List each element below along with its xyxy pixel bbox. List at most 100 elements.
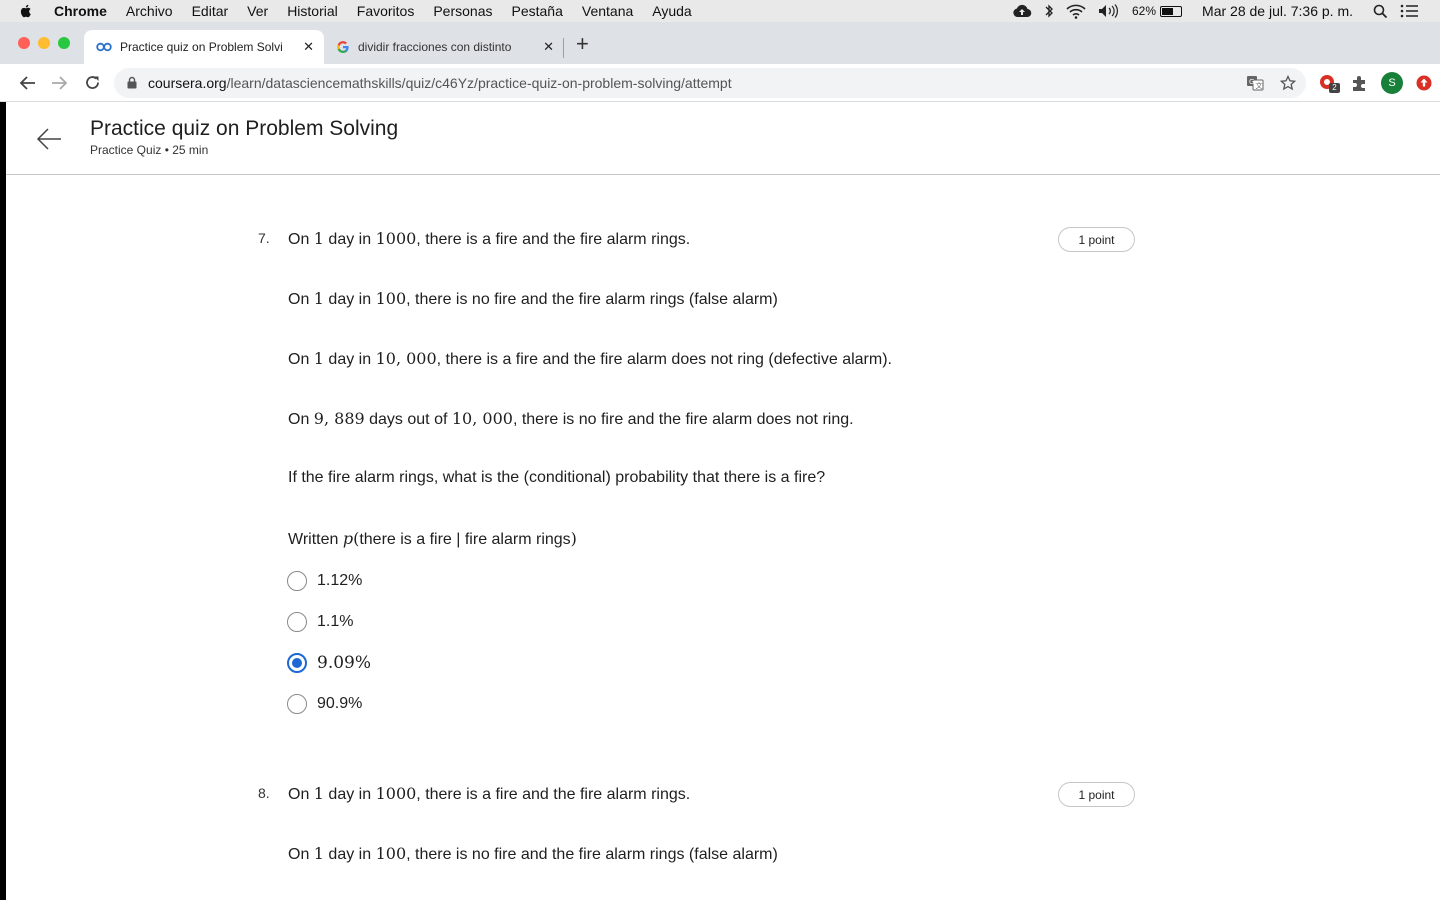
text-segment: On [288,351,314,368]
text-segment: , there is no fire and the fire alarm do… [512,411,854,428]
text-segment: On [288,786,314,803]
option-label[interactable]: 90.9% [317,695,362,713]
tab-divider [563,38,564,58]
tab-practice-quiz[interactable]: Practice quiz on Problem Solvi ✕ [84,30,324,64]
url-text[interactable]: coursera.org/learn/datasciencemathskills… [148,75,732,91]
coursera-icon [96,42,112,52]
bluetooth-icon[interactable] [1044,3,1054,19]
extension-count-badge: 2 [1329,83,1340,93]
lock-icon[interactable] [127,76,137,89]
question-prompt: If the fire alarm rings, what is the (co… [288,469,826,486]
reload-icon[interactable] [84,74,101,91]
window-zoom-button[interactable] [58,37,70,49]
window-close-button[interactable] [18,37,30,49]
url-path: /learn/datasciencemathskills/quiz/c46Yz/… [226,75,732,91]
bookmark-star-icon[interactable] [1280,75,1296,91]
spotlight-search-icon[interactable] [1373,4,1388,19]
text-segment: , there is a fire and the fire alarm rin… [416,231,691,248]
math-value: 1 [313,229,324,248]
url-host: coursera.org [148,75,227,91]
extension-badge-icon[interactable]: 2 [1318,73,1340,93]
points-badge: 1 point [1058,227,1135,252]
translate-icon[interactable]: G文 [1246,75,1264,91]
battery-icon[interactable] [1160,5,1183,17]
math-value: 10, 000 [451,409,513,428]
math-value: ) [570,529,577,548]
math-value: 100 [375,289,407,308]
text-segment: day in [323,291,376,308]
option-label[interactable]: 1.1% [317,613,353,631]
option-label[interactable]: 1.12% [317,572,362,590]
menu-ventana[interactable]: Ventana [582,3,633,19]
question-notation: Written p(there is a fire | fire alarm r… [288,529,577,549]
text-segment: On [288,231,314,248]
menu-favoritos[interactable]: Favoritos [357,3,415,19]
text-segment: there is a fire | fire alarm rings [359,531,571,548]
text-segment: On [288,411,314,428]
menu-personas[interactable]: Personas [433,3,492,19]
tab-title: Practice quiz on Problem Solvi [120,40,283,54]
google-icon [337,41,349,53]
battery-percent: 62% [1132,4,1157,18]
text-segment: days out of [364,411,452,428]
back-arrow-icon[interactable] [18,75,36,91]
radio-button[interactable] [287,612,307,632]
text-segment: , there is no fire and the fire alarm ri… [406,846,778,863]
question-number: 8. [258,785,270,801]
new-tab-button[interactable]: + [576,31,589,57]
page-title: Practice quiz on Problem Solving [90,117,399,140]
option-label[interactable]: 9.09% [317,653,371,673]
window-minimize-button[interactable] [38,37,50,49]
svg-text:文: 文 [1256,81,1263,90]
math-value: 10, 000 [375,349,437,368]
text-segment: day in [323,786,376,803]
chrome-toolbar: coursera.org/learn/datasciencemathskills… [0,64,1440,102]
math-value: 1 [313,784,324,803]
menu-ayuda[interactable]: Ayuda [652,3,691,19]
notification-center-icon[interactable] [1400,4,1418,18]
tab-close-icon[interactable]: ✕ [303,39,314,55]
svg-text:G: G [1249,78,1254,86]
math-value: 1000 [375,784,417,803]
text-segment: , there is a fire and the fire alarm rin… [416,786,691,803]
radio-button[interactable] [287,571,307,591]
math-value: 9, 889 [313,409,365,428]
question-number: 7. [258,230,270,246]
menu-editar[interactable]: Editar [192,3,229,19]
tab-close-icon[interactable]: ✕ [543,39,554,55]
apple-logo-icon[interactable] [18,3,34,19]
quiz-header: Practice quiz on Problem Solving Practic… [6,102,1440,175]
text-segment: On [288,291,314,308]
question-line: On 1 day in 100, there is no fire and th… [288,844,778,864]
math-value: 1 [313,289,324,308]
menu-archivo[interactable]: Archivo [126,3,173,19]
address-bar[interactable]: coursera.org/learn/datasciencemathskills… [114,68,1306,98]
text-segment: Written [288,531,343,548]
wifi-icon[interactable] [1066,4,1086,19]
radio-button[interactable] [287,694,307,714]
text-segment: day in [323,846,376,863]
tab-dividir-fracciones[interactable]: dividir fracciones con distinto ✕ [324,30,564,64]
question-line: On 1 day in 1000, there is a fire and th… [288,784,690,804]
tab-title: dividir fracciones con distinto [358,40,512,54]
page-subtitle: Practice Quiz • 25 min [90,143,209,157]
text-segment: , there is a fire and the fire alarm doe… [436,351,892,368]
battery-level-fill [1162,7,1174,15]
update-arrow-icon[interactable] [1416,75,1432,91]
menu-chrome[interactable]: Chrome [54,3,107,19]
radio-button-checked[interactable] [287,653,307,673]
cloud-upload-icon[interactable] [1012,4,1032,18]
menubar-clock[interactable]: Mar 28 de jul. 7:36 p. m. [1202,3,1353,19]
question-line: On 1 day in 1000, there is a fire and th… [288,229,690,249]
profile-avatar[interactable]: S [1381,72,1403,94]
menu-pestana[interactable]: Pestaña [512,3,563,19]
points-badge: 1 point [1058,782,1135,807]
volume-icon[interactable] [1098,4,1120,18]
forward-arrow-icon[interactable] [51,75,69,91]
menu-ver[interactable]: Ver [247,3,268,19]
extensions-puzzle-icon[interactable] [1351,75,1368,92]
back-arrow-icon[interactable] [34,124,64,154]
question-line: On 1 day in 10, 000, there is a fire and… [288,349,892,369]
menu-historial[interactable]: Historial [287,3,338,19]
math-value: p [342,529,354,548]
